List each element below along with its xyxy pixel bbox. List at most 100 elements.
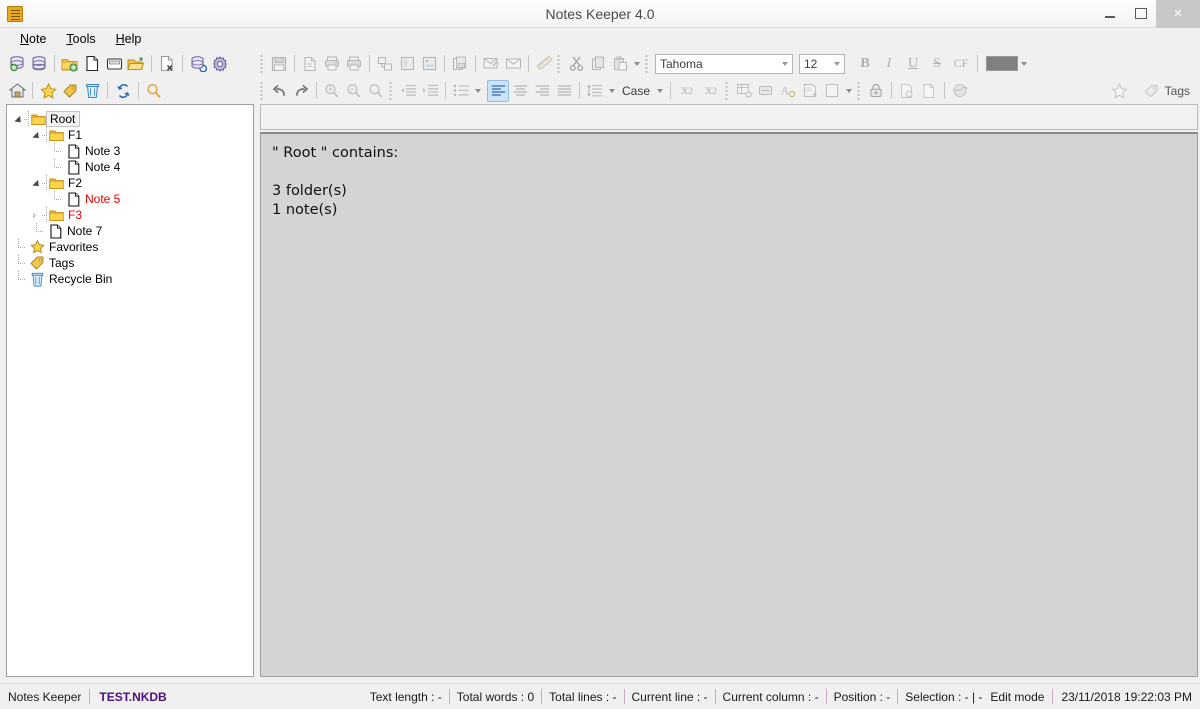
tags-icon[interactable] [59,80,81,102]
line-spacing-dropdown-arrow[interactable] [606,80,618,102]
strikethrough-button[interactable]: S [925,53,949,75]
refresh-database-icon[interactable] [187,53,209,75]
copy-note-icon[interactable] [449,53,471,75]
tree-expand-arrow-open[interactable] [32,175,42,191]
settings-icon[interactable] [209,53,231,75]
menu-note[interactable]: Note [10,30,56,48]
line-spacing-icon[interactable] [584,80,606,102]
tree-item-recycle-bin[interactable]: Recycle Bin [7,271,253,287]
clear-format-icon[interactable]: A [777,80,799,102]
tags-icon[interactable] [1141,80,1163,102]
notes-tree-panel[interactable]: RootF1Note 3Note 4F2Note 5F3Note 7Favori… [6,104,254,677]
zoom-out-icon[interactable] [343,80,365,102]
toolbar-grip[interactable] [645,54,648,73]
page-color-dropdown-arrow[interactable] [843,80,855,102]
insert-hr-icon[interactable] [755,80,777,102]
sync-icon[interactable] [112,80,134,102]
bullet-list-icon[interactable] [450,80,472,102]
case-button[interactable]: Case [618,80,654,102]
cut-icon[interactable] [565,53,587,75]
toolbar-grip[interactable] [260,54,263,73]
tree-item-root[interactable]: Root [7,111,253,127]
new-folder-icon[interactable] [59,53,81,75]
font-size-combo[interactable]: 12 [799,54,845,74]
tree-item-note-4[interactable]: Note 4 [7,159,253,175]
page-setup-icon[interactable] [396,53,418,75]
decrease-indent-icon[interactable] [397,80,419,102]
send-mail-icon[interactable] [480,53,502,75]
tree-item-note-5[interactable]: Note 5 [7,191,253,207]
note-content-area[interactable]: " Root " contains:3 folder(s)1 note(s) [260,132,1198,677]
save-icon[interactable] [268,53,290,75]
globe-icon[interactable] [949,80,971,102]
open-database-icon[interactable] [28,53,50,75]
italic-button[interactable]: I [877,53,901,75]
read-only-icon[interactable] [896,80,918,102]
menu-help[interactable]: Help [106,30,152,48]
export-icon[interactable] [299,53,321,75]
open-note-icon[interactable] [125,53,147,75]
maximize-button[interactable] [1125,0,1156,28]
mail-icon[interactable] [502,53,524,75]
print-preview-icon[interactable] [321,53,343,75]
case-dropdown-arrow[interactable] [654,80,666,102]
measure-icon[interactable] [533,53,555,75]
print-icon[interactable] [343,53,365,75]
tree-item-favorites[interactable]: Favorites [7,239,253,255]
insert-table-icon[interactable] [733,80,755,102]
toolbar-grip[interactable] [857,81,860,100]
minimize-button[interactable] [1094,0,1125,28]
new-database-icon[interactable] [6,53,28,75]
copy-icon[interactable] [587,53,609,75]
toolbar-grip[interactable] [557,54,560,73]
note-properties-icon[interactable] [103,53,125,75]
paste-dropdown-arrow[interactable] [631,53,643,75]
recycle-bin-icon[interactable] [81,80,103,102]
align-justify-icon[interactable] [553,80,575,102]
note-title-input[interactable] [260,104,1198,130]
new-note-icon[interactable] [81,53,103,75]
text-color-dropdown-arrow[interactable] [1018,53,1030,75]
blank-doc-icon[interactable] [918,80,940,102]
font-name-combo[interactable]: Tahoma [655,54,793,74]
tree-expand-arrow-closed[interactable] [32,207,42,223]
tree-item-f2[interactable]: F2 [7,175,253,191]
tree-item-f1[interactable]: F1 [7,127,253,143]
insert-image-icon[interactable] [418,53,440,75]
align-center-icon[interactable] [509,80,531,102]
toolbar-grip[interactable] [260,81,263,100]
paste-icon[interactable] [609,53,631,75]
text-color-swatch[interactable] [986,56,1018,71]
bold-button[interactable]: B [853,53,877,75]
align-right-icon[interactable] [531,80,553,102]
align-left-icon[interactable] [487,80,509,102]
redo-icon[interactable] [290,80,312,102]
favorites-star-icon[interactable] [1109,80,1131,102]
zoom-in-icon[interactable] [321,80,343,102]
duplicate-icon[interactable] [374,53,396,75]
tree-item-note-7[interactable]: Note 7 [7,223,253,239]
underline-button[interactable]: U [901,53,925,75]
menu-tools[interactable]: Tools [56,30,105,48]
insert-symbol-icon[interactable] [799,80,821,102]
zoom-reset-icon[interactable] [365,80,387,102]
subscript-button[interactable]: x2 [699,80,723,102]
home-icon[interactable] [6,80,28,102]
superscript-button[interactable]: x2 [675,80,699,102]
clear-format-button[interactable]: CF [949,53,973,75]
tree-expand-arrow-open[interactable] [14,111,24,127]
tree-item-tags[interactable]: Tags [7,255,253,271]
close-button[interactable]: × [1156,0,1200,28]
delete-note-icon[interactable] [156,53,178,75]
toolbar-grip[interactable] [725,81,728,100]
increase-indent-icon[interactable] [419,80,441,102]
toolbar-grip[interactable] [389,81,392,100]
tree-item-f3[interactable]: F3 [7,207,253,223]
bullet-list-dropdown-arrow[interactable] [472,80,484,102]
tree-expand-arrow-open[interactable] [32,127,42,143]
favorites-star-icon[interactable] [37,80,59,102]
search-icon[interactable] [143,80,165,102]
undo-icon[interactable] [268,80,290,102]
page-color-icon[interactable] [821,80,843,102]
lock-icon[interactable] [865,80,887,102]
